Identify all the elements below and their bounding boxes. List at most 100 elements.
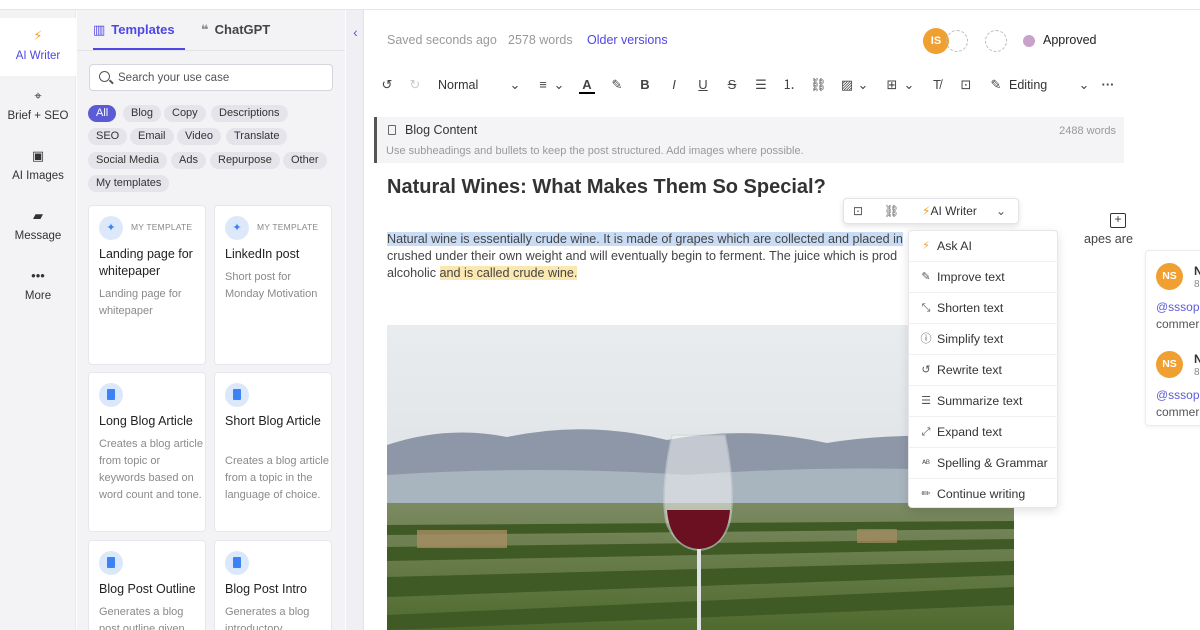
pencil-icon[interactable]: ✎ (989, 76, 1003, 94)
block-hint: Use subheadings and bullets to keep the … (386, 145, 804, 157)
chip-seo[interactable]: SEO (88, 128, 128, 145)
tab-chatgpt[interactable]: ❝ ChatGPT (201, 22, 291, 50)
rail-item-brief-seo[interactable]: ⌖ Brief + SEO (0, 78, 76, 136)
paragraph-text: apes are (1084, 232, 1134, 246)
menu-item-summarize-text[interactable]: ☰ Summarize text (909, 386, 1059, 417)
image-insert-icon[interactable]: ▨ (839, 76, 855, 94)
template-card[interactable]: ✦ MY TEMPLATE LinkedIn post Short post f… (214, 205, 332, 365)
menu-item-shorten-text[interactable]: ⤡ Shorten text (909, 293, 1059, 324)
chip-video[interactable]: Video (177, 128, 221, 145)
card-title: Landing page for whitepaper (99, 247, 193, 278)
add-comment-icon[interactable]: + (1110, 213, 1126, 228)
approval-status[interactable]: Approved (1043, 33, 1097, 47)
chevron-down-icon[interactable]: ⌄ (903, 76, 915, 94)
document-icon (388, 125, 396, 135)
chevron-down-icon[interactable]: ⌄ (1077, 76, 1091, 94)
menu-item-continue-writing[interactable]: ✏ Continue writing (909, 479, 1059, 510)
strikethrough-icon[interactable]: S (725, 76, 739, 94)
link-icon[interactable]: ⛓ (810, 76, 827, 94)
panel-collapse-handle[interactable]: ‹ (346, 10, 364, 630)
left-rail: ⚡ AI Writer ⌖ Brief + SEO ▣ AI Images ▰ … (0, 10, 76, 630)
menu-item-rewrite-text[interactable]: ↺ Rewrite text (909, 355, 1059, 386)
undo-icon[interactable]: ↺ (380, 76, 394, 94)
list-icon: ☰ (921, 395, 931, 407)
chip-other[interactable]: Other (283, 152, 327, 169)
numbered-list-icon[interactable]: ⒈ (782, 76, 796, 94)
sparkle-icon: ✦ (99, 216, 123, 240)
content-block-header[interactable]: Blog Content 2488 words Use subheadings … (374, 117, 1124, 163)
clear-format-icon[interactable]: T̸ (929, 76, 945, 94)
rail-item-message[interactable]: ▰ Message (0, 198, 76, 256)
shrink-icon: ⤡ (921, 302, 931, 314)
comment-mention[interactable]: @sssopl (1156, 388, 1200, 402)
menu-item-label: Summarize text (937, 394, 1023, 408)
card-description: Creates a blog article from a topic in t… (225, 455, 329, 501)
rail-item-more[interactable]: ••• More (0, 258, 76, 316)
menu-item-label: Expand text (937, 425, 1002, 439)
table-icon[interactable]: ⊞ (884, 76, 900, 94)
lightning-icon: ⚡ (922, 240, 930, 252)
chevron-down-icon[interactable]: ⌄ (996, 204, 1006, 218)
comment-date: 8 (1194, 279, 1200, 290)
rail-item-ai-writer[interactable]: ⚡ AI Writer (0, 18, 76, 76)
chevron-down-icon[interactable]: ⌄ (553, 76, 565, 94)
link-icon[interactable]: ⛓ (884, 204, 899, 218)
chip-email[interactable]: Email (130, 128, 174, 145)
italic-icon[interactable]: I (667, 76, 681, 94)
chip-all[interactable]: All (88, 105, 117, 122)
template-card[interactable]: Blog Post Outline Generates a blog post … (88, 540, 206, 630)
highlighter-icon[interactable]: ✎ (609, 76, 625, 94)
card-description: Landing page for whitepaper (99, 288, 182, 317)
ai-writer-button[interactable]: ⚡AI Writer (922, 204, 977, 218)
undo-icon: ↺ (921, 364, 931, 376)
menu-item-simplify-text[interactable]: ⓘ Simplify text (909, 324, 1059, 355)
menu-item-label: Spelling & Grammar (937, 456, 1048, 470)
comment-mention[interactable]: @sssopl (1156, 300, 1200, 314)
document-title[interactable]: Natural Wines: What Makes Them So Specia… (387, 176, 826, 199)
template-card[interactable]: Long Blog Article Creates a blog article… (88, 372, 206, 532)
card-title: Long Blog Article (99, 414, 193, 428)
chevron-down-icon[interactable]: ⌄ (857, 76, 869, 94)
text-color-icon[interactable]: A (579, 76, 595, 94)
bullet-list-icon[interactable]: ☰ (754, 76, 768, 94)
underline-icon[interactable]: U (696, 76, 710, 94)
comment-icon[interactable]: ⊡ (958, 76, 974, 94)
card-tag: MY TEMPLATE (131, 222, 193, 232)
ai-selection-toolbar: ⊡ ⛓ ⚡AI Writer ⌄ (843, 198, 1019, 224)
template-card[interactable]: Blog Post Intro Generates a blog introdu… (214, 540, 332, 630)
older-versions-link[interactable]: Older versions (587, 33, 668, 47)
search-icon (99, 71, 110, 82)
comment-icon[interactable]: ⊡ (853, 204, 863, 218)
chip-translate[interactable]: Translate (226, 128, 288, 145)
menu-item-expand-text[interactable]: ⤢ Expand text (909, 417, 1059, 448)
chip-ads[interactable]: Ads (171, 152, 206, 169)
more-options-icon[interactable]: ··· (1100, 76, 1116, 94)
chevron-down-icon[interactable]: ⌄ (508, 76, 522, 94)
rail-item-ai-images[interactable]: ▣ AI Images (0, 138, 76, 196)
edit-box-icon: ✎ (921, 271, 931, 283)
chip-blog[interactable]: Blog (123, 105, 162, 122)
add-collaborator-icon[interactable] (946, 30, 968, 52)
chip-copy[interactable]: Copy (164, 105, 206, 122)
search-input[interactable] (118, 69, 318, 87)
chip-social-media[interactable]: Social Media (88, 152, 167, 169)
chip-my-templates[interactable]: My templates (88, 175, 170, 192)
menu-item-improve-text[interactable]: ✎ Improve text (909, 262, 1059, 293)
align-icon[interactable]: ≡ (536, 76, 550, 94)
share-icon[interactable] (985, 30, 1007, 52)
menu-item-label: Continue writing (937, 487, 1026, 501)
menu-item-ask-ai[interactable]: ⚡ Ask AI (909, 231, 1059, 262)
spellcheck-icon: ᴬᴮ (922, 458, 930, 468)
document-icon (99, 383, 123, 407)
menu-item-spelling-grammar[interactable]: ᴬᴮ Spelling & Grammar (909, 448, 1059, 479)
chip-repurpose[interactable]: Repurpose (210, 152, 280, 169)
chip-descriptions[interactable]: Descriptions (211, 105, 288, 122)
redo-icon[interactable]: ↻ (408, 76, 422, 94)
template-card[interactable]: ✦ MY TEMPLATE Landing page for whitepape… (88, 205, 206, 365)
template-card[interactable]: Short Blog Article Creates a blog articl… (214, 372, 332, 532)
text-style-select[interactable]: Normal (438, 76, 478, 94)
editing-mode-select[interactable]: Editing (1009, 76, 1047, 94)
bold-icon[interactable]: B (638, 76, 652, 94)
tab-templates[interactable]: ▥ Templates (93, 22, 185, 50)
ai-writer-label: AI Writer (930, 204, 977, 218)
